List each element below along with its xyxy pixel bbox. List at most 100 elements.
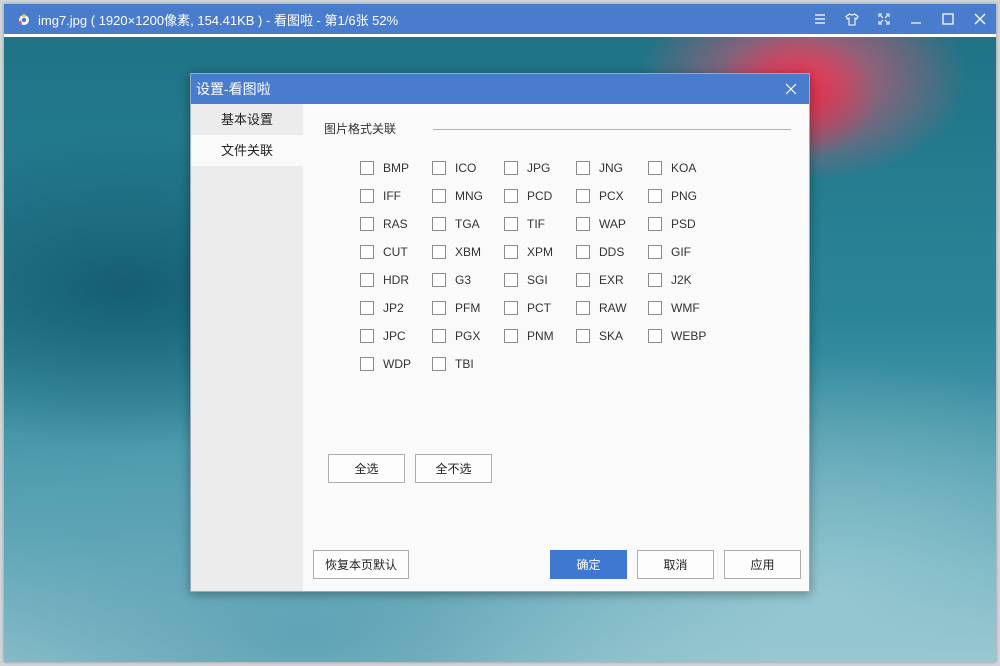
format-checkbox[interactable] — [648, 161, 662, 175]
format-checkbox[interactable] — [504, 161, 518, 175]
dialog-titlebar: 设置-看图啦 — [191, 74, 809, 104]
fullscreen-icon[interactable] — [868, 4, 900, 34]
format-checkbox[interactable] — [504, 301, 518, 315]
format-checkbox[interactable] — [576, 245, 590, 259]
select-all-button[interactable]: 全选 — [328, 454, 405, 483]
format-checkbox[interactable] — [432, 301, 446, 315]
dialog-close-icon[interactable] — [773, 74, 809, 104]
apply-button[interactable]: 应用 — [724, 550, 801, 579]
format-checkbox[interactable] — [360, 189, 374, 203]
format-option[interactable]: SKA — [576, 322, 648, 350]
format-option[interactable]: CUT — [360, 238, 432, 266]
format-option[interactable]: GIF — [648, 238, 720, 266]
format-checkbox[interactable] — [504, 245, 518, 259]
format-label: XPM — [527, 245, 554, 259]
format-label: PNG — [671, 189, 698, 203]
format-option[interactable]: TIF — [504, 210, 576, 238]
format-label: XBM — [455, 245, 482, 259]
format-label: WMF — [671, 301, 700, 315]
format-option[interactable]: PCD — [504, 182, 576, 210]
format-checkbox[interactable] — [432, 357, 446, 371]
format-option[interactable]: JNG — [576, 154, 648, 182]
format-checkbox[interactable] — [576, 217, 590, 231]
format-checkbox[interactable] — [648, 245, 662, 259]
format-option[interactable]: WMF — [648, 294, 720, 322]
cancel-button[interactable]: 取消 — [637, 550, 714, 579]
format-option[interactable]: JPC — [360, 322, 432, 350]
format-option[interactable]: RAW — [576, 294, 648, 322]
format-option[interactable]: PNM — [504, 322, 576, 350]
format-option[interactable]: JP2 — [360, 294, 432, 322]
format-checkbox[interactable] — [648, 217, 662, 231]
format-label: JNG — [599, 161, 623, 175]
format-checkbox[interactable] — [360, 329, 374, 343]
format-label: SKA — [599, 329, 624, 343]
format-option[interactable]: EXR — [576, 266, 648, 294]
format-checkbox[interactable] — [360, 161, 374, 175]
format-checkbox[interactable] — [432, 329, 446, 343]
format-checkbox[interactable] — [360, 273, 374, 287]
format-option[interactable]: G3 — [432, 266, 504, 294]
minimize-icon[interactable] — [900, 4, 932, 34]
format-option[interactable]: XPM — [504, 238, 576, 266]
format-checkbox[interactable] — [432, 245, 446, 259]
format-option[interactable]: KOA — [648, 154, 720, 182]
format-checkbox[interactable] — [504, 329, 518, 343]
format-checkbox[interactable] — [432, 161, 446, 175]
menu-icon[interactable] — [804, 4, 836, 34]
format-option[interactable]: IFF — [360, 182, 432, 210]
format-option[interactable]: MNG — [432, 182, 504, 210]
format-checkbox[interactable] — [504, 273, 518, 287]
format-option[interactable]: BMP — [360, 154, 432, 182]
sidebar-item-file-association[interactable]: 文件关联 — [191, 135, 303, 166]
format-option[interactable]: DDS — [576, 238, 648, 266]
format-checkbox[interactable] — [360, 301, 374, 315]
shirt-skin-icon[interactable] — [836, 4, 868, 34]
format-label: PCX — [599, 189, 624, 203]
format-checkbox[interactable] — [648, 189, 662, 203]
select-none-button[interactable]: 全不选 — [415, 454, 492, 483]
format-option[interactable]: JPG — [504, 154, 576, 182]
format-checkbox[interactable] — [648, 301, 662, 315]
format-checkbox[interactable] — [432, 189, 446, 203]
format-checkbox[interactable] — [504, 217, 518, 231]
format-checkbox[interactable] — [360, 245, 374, 259]
format-option[interactable]: HDR — [360, 266, 432, 294]
format-option[interactable]: PGX — [432, 322, 504, 350]
format-checkbox[interactable] — [648, 273, 662, 287]
format-option[interactable]: WAP — [576, 210, 648, 238]
format-checkbox[interactable] — [360, 357, 374, 371]
format-checkbox[interactable] — [576, 161, 590, 175]
format-option[interactable]: ICO — [432, 154, 504, 182]
close-icon[interactable] — [964, 4, 996, 34]
format-option[interactable]: PCX — [576, 182, 648, 210]
ok-button[interactable]: 确定 — [550, 550, 627, 579]
format-checkbox[interactable] — [576, 301, 590, 315]
format-checkbox[interactable] — [576, 273, 590, 287]
format-option[interactable]: PNG — [648, 182, 720, 210]
format-option[interactable]: RAS — [360, 210, 432, 238]
format-checkbox[interactable] — [360, 217, 374, 231]
format-checkbox[interactable] — [576, 329, 590, 343]
format-checkbox-grid: BMP ICO JPG JNG KOA IFF MNG PCD PCX PNG RAS TGA TIF W… — [360, 154, 720, 378]
format-checkbox[interactable] — [432, 273, 446, 287]
format-option[interactable]: PCT — [504, 294, 576, 322]
format-option[interactable]: WEBP — [648, 322, 720, 350]
format-option[interactable]: PFM — [432, 294, 504, 322]
format-option[interactable]: PSD — [648, 210, 720, 238]
settings-dialog: 设置-看图啦 基本设置 文件关联 图片格式关联 BMP ICO JPG JNG KOA I… — [190, 73, 810, 592]
format-checkbox[interactable] — [432, 217, 446, 231]
format-option[interactable]: J2K — [648, 266, 720, 294]
format-option[interactable]: WDP — [360, 350, 432, 378]
format-checkbox[interactable] — [504, 189, 518, 203]
format-checkbox[interactable] — [576, 189, 590, 203]
format-option[interactable]: SGI — [504, 266, 576, 294]
maximize-icon[interactable] — [932, 4, 964, 34]
format-checkbox[interactable] — [648, 329, 662, 343]
format-label: RAS — [383, 217, 408, 231]
format-option[interactable]: XBM — [432, 238, 504, 266]
restore-defaults-button[interactable]: 恢复本页默认 — [313, 550, 409, 579]
format-option[interactable]: TBI — [432, 350, 504, 378]
format-option[interactable]: TGA — [432, 210, 504, 238]
sidebar-item-basic-settings[interactable]: 基本设置 — [191, 104, 303, 135]
